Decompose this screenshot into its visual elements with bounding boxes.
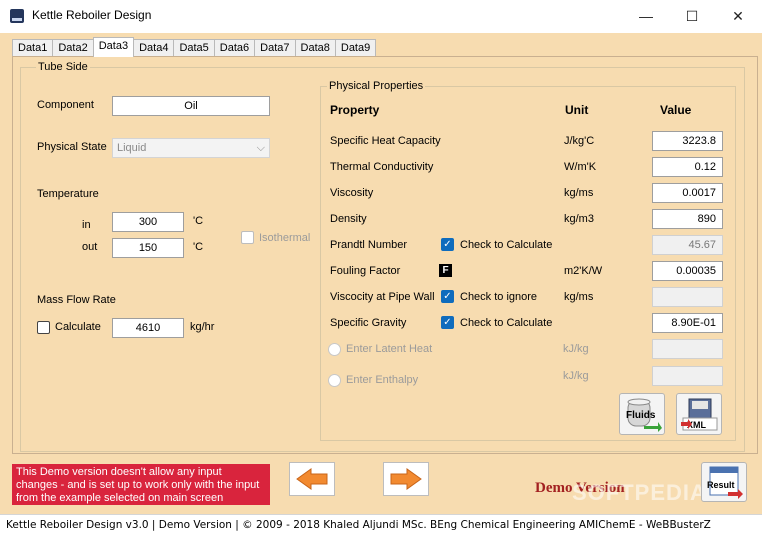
fouling-factor-icon[interactable]: F	[439, 264, 452, 277]
enthalpy-unit: kJ/kg	[563, 370, 589, 382]
temp-out-label: out	[82, 241, 98, 253]
viscosity-field[interactable]: 0.0017	[652, 183, 723, 203]
property-unit: kg/ms	[564, 291, 594, 303]
temp-in-unit: 'C	[193, 215, 204, 227]
physical-properties-title: Physical Properties	[327, 80, 426, 92]
tab-data3[interactable]: Data3	[92, 37, 135, 57]
property-name: Viscosity	[330, 187, 374, 199]
arrow-right-icon	[390, 468, 422, 490]
specific-gravity-calculate-checkbox[interactable]: ✓	[441, 316, 454, 329]
fluids-button-label: Fluids	[626, 410, 656, 421]
tab-data2[interactable]: Data2	[52, 39, 94, 57]
property-name: Density	[330, 213, 367, 225]
title-bar: Kettle Reboiler Design — ☐ ✕	[0, 0, 762, 33]
prandtl-calculate-checkbox[interactable]: ✓	[441, 238, 454, 251]
wall-viscosity-ignore-checkbox[interactable]: ✓	[441, 290, 454, 303]
physical-state-value: Liquid	[117, 142, 147, 154]
tab-data5[interactable]: Data5	[173, 39, 215, 57]
wall-viscosity-check-label: Check to ignore	[460, 291, 538, 303]
app-icon	[10, 9, 24, 23]
xml-icon: XML	[681, 398, 718, 431]
temp-out-unit: 'C	[193, 241, 204, 253]
minimize-button[interactable]: —	[636, 6, 656, 26]
mass-flow-unit: kg/hr	[190, 321, 215, 333]
specific-heat-field[interactable]: 3223.8	[652, 131, 723, 151]
tube-side-title: Tube Side	[36, 61, 90, 73]
property-unit: kg/ms	[564, 187, 594, 199]
physical-state-label: Physical State	[37, 141, 107, 153]
property-name: Prandtl Number	[330, 239, 408, 251]
latent-heat-label: Enter Latent Heat	[346, 343, 433, 355]
enthalpy-label: Enter Enthalpy	[346, 374, 419, 386]
result-button-label: Result	[707, 480, 735, 490]
tab-strip: Data1 Data2 Data3 Data4 Data5 Data6 Data…	[12, 37, 377, 57]
arrow-left-icon	[296, 468, 328, 490]
property-unit: m2'K/W	[564, 265, 603, 277]
temperature-label: Temperature	[37, 188, 99, 200]
tab-data7[interactable]: Data7	[254, 39, 296, 57]
prandtl-check-label: Check to Calculate	[460, 239, 553, 251]
tab-data8[interactable]: Data8	[294, 39, 336, 57]
isothermal-label: Isothermal	[259, 232, 311, 244]
softpedia-watermark: SOFTPEDIA	[572, 480, 707, 505]
property-name: Specific Gravity	[330, 317, 407, 329]
maximize-button[interactable]: ☐	[682, 6, 702, 26]
temp-out-field[interactable]: 150	[112, 238, 184, 258]
mass-flow-field[interactable]: 4610	[112, 318, 184, 338]
property-name: Thermal Conductivity	[330, 161, 434, 173]
property-unit: W/m'K	[564, 161, 597, 173]
previous-button[interactable]	[289, 462, 335, 496]
density-field[interactable]: 890	[652, 209, 723, 229]
result-icon: Result	[707, 466, 743, 499]
isothermal-checkbox[interactable]	[241, 231, 254, 244]
tab-data4[interactable]: Data4	[133, 39, 175, 57]
latent-heat-radio[interactable]	[328, 343, 341, 356]
calculate-label: Calculate	[55, 321, 101, 333]
fluids-icon: Fluids	[626, 398, 662, 432]
thermal-conductivity-field[interactable]: 0.12	[652, 157, 723, 177]
fouling-factor-field[interactable]: 0.00035	[652, 261, 723, 281]
value-header: Value	[660, 103, 692, 117]
wall-viscosity-field	[652, 287, 723, 307]
temp-in-label: in	[82, 219, 91, 231]
property-name: Fouling Factor	[330, 265, 401, 277]
demo-notice: This Demo version doesn't allow any inpu…	[12, 464, 270, 505]
component-field[interactable]: Oil	[112, 96, 270, 116]
latent-heat-unit: kJ/kg	[563, 343, 589, 355]
latent-heat-field	[652, 339, 723, 359]
component-label: Component	[37, 99, 94, 111]
temp-in-field[interactable]: 300	[112, 212, 184, 232]
tab-data9[interactable]: Data9	[334, 39, 377, 57]
unit-header: Unit	[565, 103, 589, 117]
calculate-mass-flow-checkbox[interactable]	[37, 321, 50, 334]
specific-gravity-check-label: Check to Calculate	[460, 317, 553, 329]
chevron-down-icon: ⌵	[256, 141, 265, 154]
tab-data1[interactable]: Data1	[12, 39, 54, 57]
status-bar: Kettle Reboiler Design v3.0 | Demo Versi…	[0, 514, 762, 536]
specific-gravity-field[interactable]: 8.90E-01	[652, 313, 723, 333]
window-title: Kettle Reboiler Design	[32, 8, 152, 22]
tab-data6[interactable]: Data6	[213, 39, 256, 57]
close-button[interactable]: ✕	[728, 6, 748, 26]
property-name: Viscocity at Pipe Wall	[330, 291, 435, 303]
physical-state-select[interactable]: Liquid ⌵	[112, 138, 270, 158]
mass-flow-label: Mass Flow Rate	[37, 294, 116, 306]
next-button[interactable]	[383, 462, 429, 496]
property-unit: J/kg'C	[564, 135, 595, 147]
property-name: Specific Heat Capacity	[330, 135, 441, 147]
property-header: Property	[330, 103, 380, 117]
xml-button[interactable]: XML	[676, 393, 722, 435]
enthalpy-field	[652, 366, 723, 386]
result-button[interactable]: Result	[701, 462, 747, 502]
prandtl-field: 45.67	[652, 235, 723, 255]
enthalpy-radio[interactable]	[328, 374, 341, 387]
property-unit: kg/m3	[564, 213, 594, 225]
fluids-button[interactable]: Fluids	[619, 393, 665, 435]
